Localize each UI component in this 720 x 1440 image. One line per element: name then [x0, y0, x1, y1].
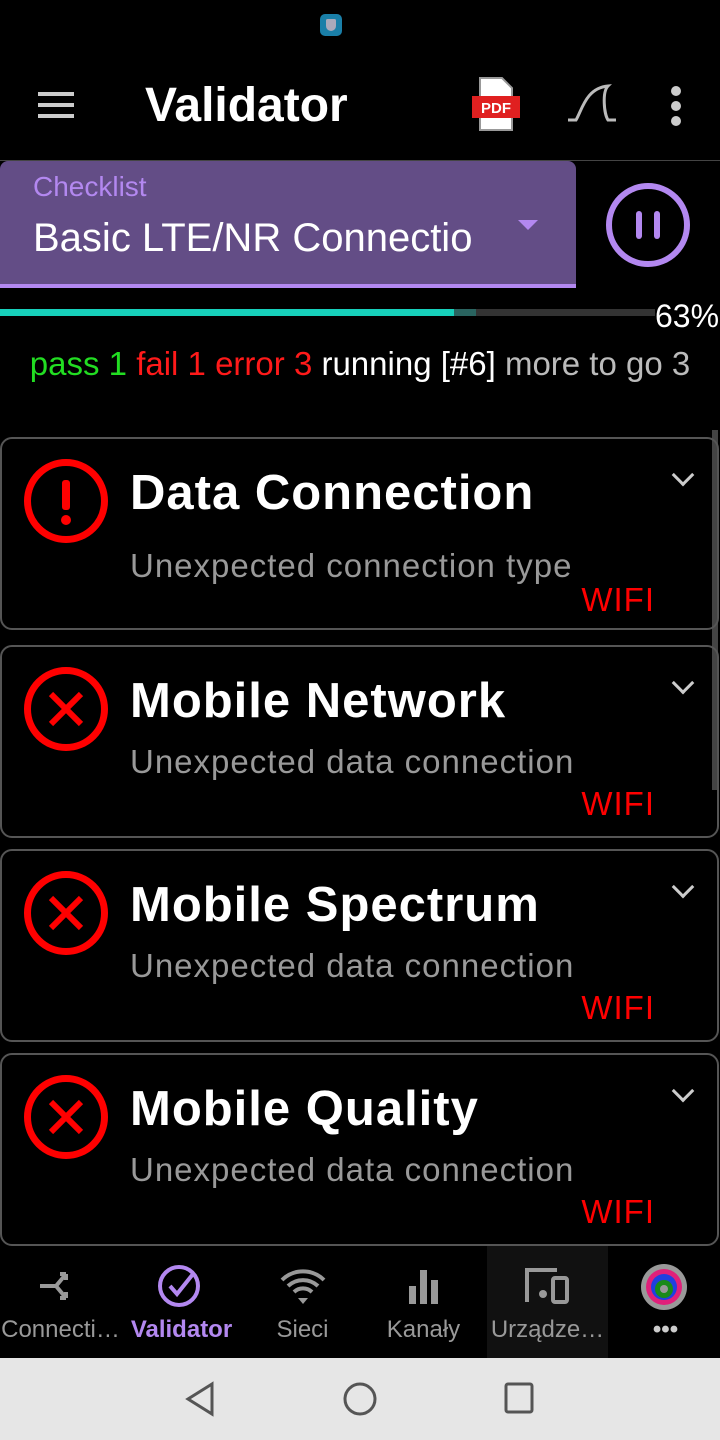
pass-count: 1 — [108, 345, 128, 382]
tab-urzadzenia[interactable]: Urządze… — [487, 1246, 608, 1358]
card-value: WIFI — [581, 989, 655, 1026]
wifi-icon — [280, 1269, 326, 1304]
checklist-label: Checklist — [33, 171, 147, 202]
recents-icon[interactable] — [504, 1382, 536, 1416]
bar-chart-icon — [409, 1270, 438, 1304]
tab-label: Kanały — [386, 1316, 461, 1343]
page-title: Validator — [145, 79, 348, 132]
chevron-down-icon[interactable] — [671, 671, 695, 695]
tab-more[interactable]: ••• — [605, 1246, 720, 1358]
tab-label: Validator — [130, 1316, 233, 1343]
card-value: WIFI — [581, 1193, 655, 1230]
vpn-shield-icon — [320, 14, 342, 36]
tab-validator[interactable]: Validator — [121, 1246, 242, 1358]
tab-kanaly[interactable]: Kanały — [363, 1246, 484, 1358]
system-nav-bar — [0, 1358, 720, 1440]
back-icon[interactable] — [184, 1380, 218, 1418]
running-status: running [#6] — [321, 345, 496, 382]
tab-connection[interactable]: Connecti… — [0, 1246, 121, 1358]
home-icon[interactable] — [342, 1380, 378, 1418]
card-title: Mobile Quality — [130, 1082, 479, 1136]
test-card[interactable]: Mobile Quality Unexpected data connectio… — [0, 1053, 719, 1246]
card-description: Unexpected data connection — [130, 947, 575, 984]
error-icon — [24, 459, 108, 543]
merge-arrows-icon — [40, 1272, 68, 1300]
checklist-value: Basic LTE/NR Connectio — [33, 216, 473, 260]
error-label: error — [215, 345, 285, 382]
tab-sieci[interactable]: Sieci — [242, 1246, 363, 1358]
remaining-count: more to go 3 — [504, 345, 691, 382]
card-value: WIFI — [581, 581, 655, 618]
card-value: WIFI — [581, 785, 655, 822]
fail-count: 1 — [187, 345, 206, 382]
devices-icon — [525, 1268, 569, 1304]
chevron-down-icon[interactable] — [671, 875, 695, 899]
pause-button[interactable] — [606, 183, 690, 267]
tab-label: Connecti… — [1, 1316, 120, 1343]
card-description: Unexpected connection type — [130, 547, 573, 584]
card-description: Unexpected data connection — [130, 743, 575, 780]
signal-curve-icon[interactable] — [566, 84, 618, 129]
tab-label: Sieci — [276, 1316, 329, 1343]
chevron-down-icon[interactable] — [671, 1079, 695, 1103]
app-logo-icon — [641, 1264, 687, 1310]
fail-icon — [24, 667, 108, 751]
test-card[interactable]: Data Connection Unexpected connection ty… — [0, 437, 719, 630]
tab-label: Urządze… — [490, 1316, 605, 1343]
checklist-dropdown[interactable]: Checklist Basic LTE/NR Connectio — [0, 161, 576, 288]
card-title: Mobile Network — [130, 674, 507, 728]
pdf-export-icon[interactable]: PDF — [472, 76, 520, 132]
card-title: Data Connection — [130, 466, 535, 520]
check-circle-icon — [158, 1265, 200, 1307]
more-options-icon[interactable] — [666, 86, 686, 131]
progress-percent: 63% — [655, 298, 720, 334]
menu-icon[interactable] — [38, 92, 74, 118]
test-card[interactable]: Mobile Network Unexpected data connectio… — [0, 645, 719, 838]
dropdown-arrow-icon[interactable] — [518, 220, 538, 230]
tab-label: ••• — [652, 1316, 679, 1343]
error-count: 3 — [293, 345, 313, 382]
fail-icon — [24, 871, 108, 955]
bottom-navigation: Connecti… Validator Sieci Kanały Urządze… — [0, 1246, 720, 1358]
progress-bar — [0, 309, 655, 316]
pass-label: pass — [29, 345, 100, 382]
test-summary: pass 1 fail 1 error 3 running [#6] more … — [20, 342, 700, 386]
fail-label: fail — [136, 345, 179, 382]
fail-icon — [24, 1075, 108, 1159]
card-title: Mobile Spectrum — [130, 878, 540, 932]
test-card[interactable]: Mobile Spectrum Unexpected data connecti… — [0, 849, 719, 1042]
card-description: Unexpected data connection — [130, 1151, 575, 1188]
svg-text:PDF: PDF — [481, 100, 511, 117]
chevron-down-icon[interactable] — [671, 463, 695, 487]
